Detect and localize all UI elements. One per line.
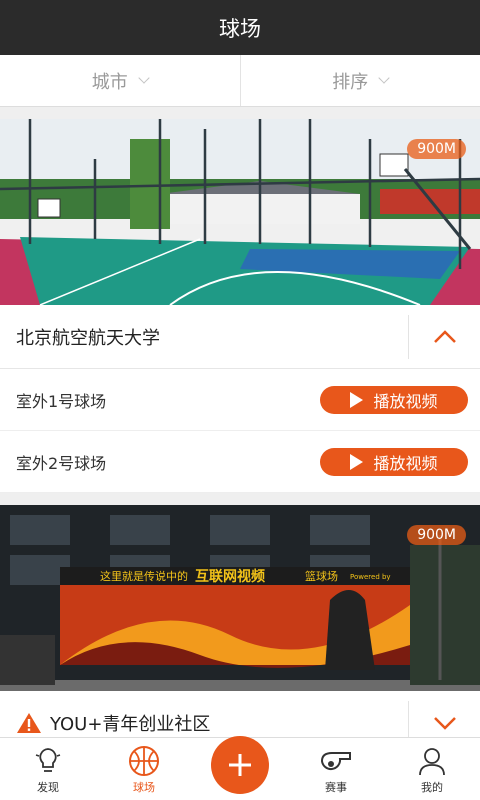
venue-photo-1[interactable]: 900M	[0, 119, 480, 305]
whistle-icon	[320, 752, 351, 770]
play-icon	[350, 391, 364, 408]
user-icon	[419, 748, 445, 776]
add-button[interactable]	[211, 736, 269, 794]
expand-button[interactable]	[408, 700, 480, 737]
city-filter-label: 城市	[91, 71, 128, 93]
court-row: 室外1号球场 播放视频	[0, 369, 480, 431]
play-video-label: 播放视频	[373, 453, 438, 473]
venue-list[interactable]: 900M 北京航空航天大学 室外1号球场 播放视频 室外2号球场 播放视频 这里…	[0, 107, 480, 737]
lightbulb-icon	[35, 748, 61, 772]
app-screen: 球场 城市 排序 900M 北京航空航天大学 室外1号球场 播放视频 室外2号球…	[0, 0, 480, 800]
plus-icon	[229, 754, 251, 776]
venue-name: 北京航空航天大学	[0, 324, 408, 350]
page-title: 球场	[219, 16, 261, 41]
divider	[0, 493, 480, 505]
mural-tail: 篮球场	[305, 569, 338, 583]
chevron-down-icon	[138, 71, 150, 84]
filter-bar: 城市 排序	[0, 55, 480, 107]
mural-highlight: 互联网视频	[195, 568, 265, 585]
divider	[0, 107, 480, 119]
sort-filter-label: 排序	[332, 71, 369, 93]
tab-mine[interactable]: 我的	[384, 738, 480, 800]
tab-mine-label: 我的	[421, 781, 443, 794]
venue-photo-2[interactable]: 这里就是传说中的 互联网视频 篮球场 Powered by 900M	[0, 505, 480, 691]
warning-icon	[17, 712, 41, 733]
sort-filter[interactable]: 排序	[239, 55, 480, 106]
basketball-icon	[129, 746, 159, 776]
distance-badge: 900M	[407, 139, 466, 159]
distance-badge: 900M	[407, 525, 466, 545]
city-filter[interactable]: 城市	[0, 55, 240, 106]
tab-events[interactable]: 赛事	[288, 738, 384, 800]
play-video-label: 播放视频	[373, 391, 438, 411]
tab-discover[interactable]: 发现	[0, 738, 96, 800]
court-name: 室外2号球场	[16, 453, 107, 473]
play-video-button[interactable]: 播放视频	[320, 447, 468, 476]
mural-headline: 这里就是传说中的	[100, 569, 188, 583]
chevron-down-icon	[433, 716, 456, 730]
top-bar: 球场	[0, 0, 480, 55]
tab-courts[interactable]: 球场	[96, 738, 192, 800]
play-video-button[interactable]: 播放视频	[320, 385, 468, 414]
court-name: 室外1号球场	[16, 391, 107, 411]
tab-discover-label: 发现	[37, 781, 59, 794]
collapse-button[interactable]	[408, 314, 480, 359]
mural-banner: 这里就是传说中的 互联网视频 篮球场 Powered by	[100, 568, 391, 585]
court-row: 室外2号球场 播放视频	[0, 431, 480, 493]
venue-header[interactable]: 北京航空航天大学	[0, 305, 480, 369]
tab-courts-label: 球场	[133, 781, 155, 794]
play-icon	[350, 453, 364, 470]
mural-powered: Powered by	[350, 573, 391, 581]
chevron-down-icon	[378, 71, 390, 84]
venue-name-text: YOU+青年创业社区	[50, 713, 211, 735]
venue-name-text: 北京航空航天大学	[16, 327, 160, 349]
chevron-up-icon	[433, 329, 456, 343]
tab-events-label: 赛事	[325, 781, 347, 794]
venue-name: YOU+青年创业社区	[0, 710, 408, 736]
venue-header[interactable]: YOU+青年创业社区	[0, 691, 480, 737]
